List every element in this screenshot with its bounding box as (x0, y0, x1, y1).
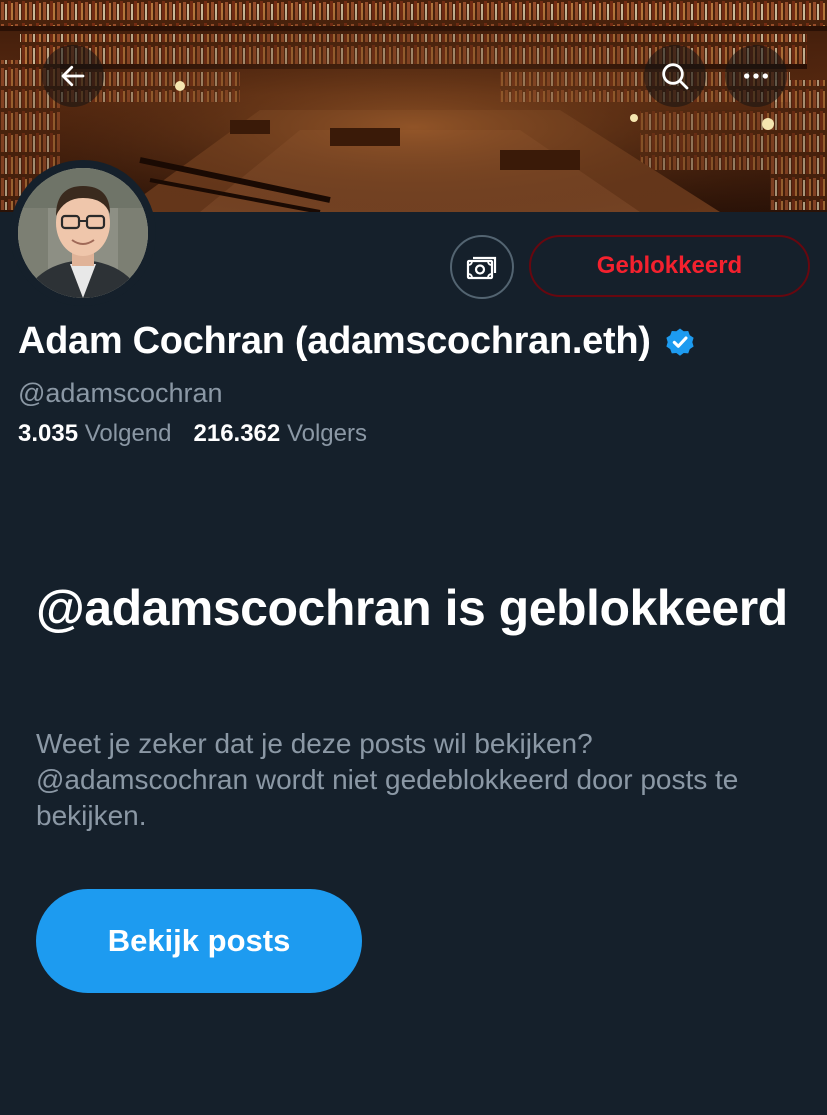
search-button[interactable] (644, 45, 706, 107)
more-options-button[interactable] (725, 45, 787, 107)
view-posts-button-label: Bekijk posts (107, 923, 291, 958)
followers-count: 216.362 (193, 420, 281, 447)
more-horizontal-icon (744, 73, 768, 79)
profile-stats: 3.035 Volgend 216.362 Volgers (18, 420, 367, 448)
blocked-notice-title: @adamscochran is geblokkeerd (36, 580, 788, 636)
profile-handle: @adamscochran (18, 378, 223, 408)
blocked-button[interactable]: Geblokkeerd (529, 235, 810, 297)
verified-badge-icon[interactable] (663, 325, 697, 359)
tips-button[interactable] (450, 235, 514, 299)
blocked-notice-description: Weet je zeker dat je deze posts wil beki… (36, 728, 739, 831)
view-posts-button[interactable]: Bekijk posts (36, 889, 362, 993)
followers-link[interactable]: 216.362 Volgers (194, 420, 368, 447)
arrow-left-icon (61, 65, 85, 87)
display-name: Adam Cochran (adamscochran.eth) (18, 320, 651, 362)
following-label: Volgend (84, 420, 172, 447)
avatar-image (18, 168, 148, 298)
search-icon (662, 63, 689, 90)
back-button[interactable] (42, 45, 104, 107)
profile-name-row: Adam Cochran (adamscochran.eth) (18, 320, 697, 363)
money-tips-icon (466, 256, 497, 280)
blocked-button-label: Geblokkeerd (596, 252, 743, 279)
avatar[interactable] (10, 160, 156, 306)
following-count: 3.035 (18, 420, 79, 447)
followers-label: Volgers (286, 420, 367, 447)
following-link[interactable]: 3.035 Volgend (18, 420, 172, 447)
